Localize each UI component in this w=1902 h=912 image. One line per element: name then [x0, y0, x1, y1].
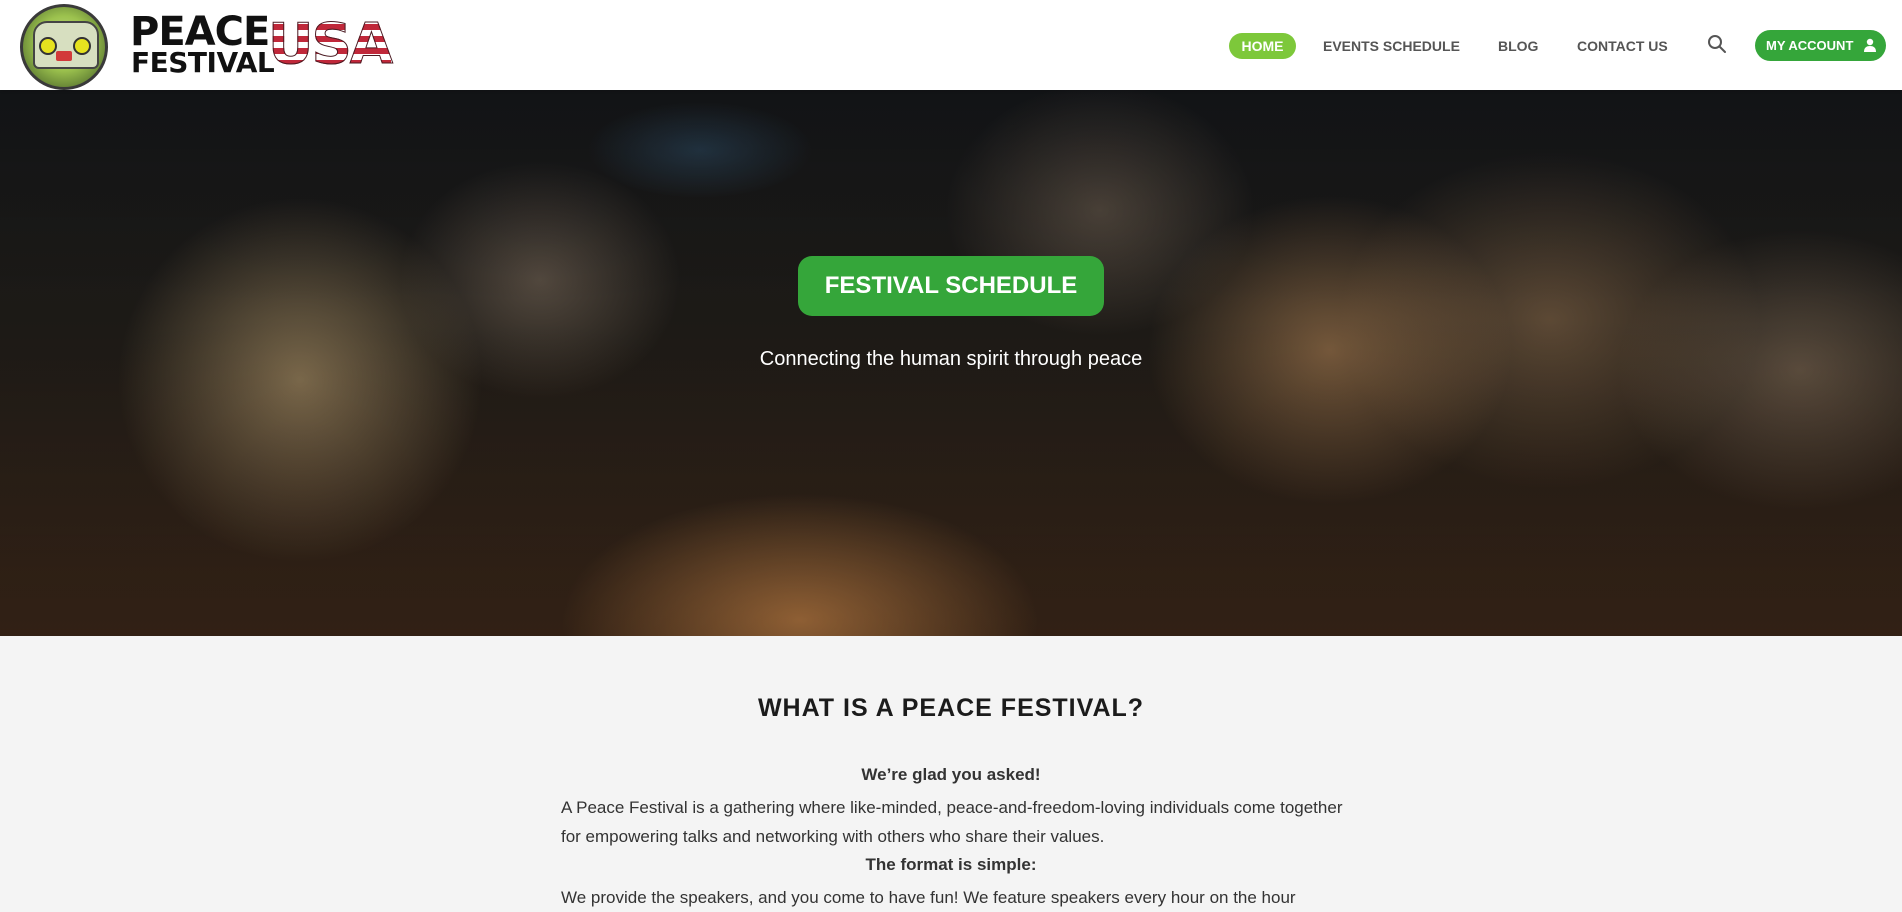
- logo-text-festival: FESTIVAL: [131, 46, 275, 79]
- about-paragraph-intro: A Peace Festival is a gathering where li…: [561, 798, 1343, 846]
- about-subtitle-glad: We’re glad you asked!: [861, 765, 1041, 784]
- festival-schedule-button[interactable]: FESTIVAL SCHEDULE: [798, 256, 1104, 316]
- hero-banner: FESTIVAL SCHEDULE Connecting the human s…: [0, 90, 1902, 636]
- nav-item-contact-us[interactable]: CONTACT US: [1577, 33, 1668, 59]
- site-header: PEACE FESTIVAL USA HOME EVENTS SCHEDULE …: [0, 0, 1902, 90]
- nav-item-home[interactable]: HOME: [1229, 33, 1296, 59]
- nav-item-blog[interactable]: BLOG: [1498, 33, 1538, 59]
- section-title: WHAT IS A PEACE FESTIVAL?: [757, 694, 1145, 722]
- about-section: WHAT IS A PEACE FESTIVAL? We’re glad you…: [0, 636, 1902, 907]
- my-account-button[interactable]: MY ACCOUNT: [1755, 30, 1886, 61]
- about-paragraph-format: We provide the speakers, and you come to…: [561, 888, 1296, 907]
- user-icon: [1864, 38, 1876, 52]
- logo-text-usa: USA: [267, 12, 393, 78]
- nav-item-events-schedule[interactable]: EVENTS SCHEDULE: [1323, 33, 1460, 59]
- about-subtitle-format: The format is simple:: [865, 855, 1037, 874]
- site-logo[interactable]: PEACE FESTIVAL USA: [20, 4, 394, 90]
- search-icon[interactable]: [1707, 34, 1727, 54]
- logo-badge-icon: [20, 4, 108, 90]
- my-account-label: MY ACCOUNT: [1766, 38, 1854, 53]
- hero-tagline: Connecting the human spirit through peac…: [759, 348, 1143, 370]
